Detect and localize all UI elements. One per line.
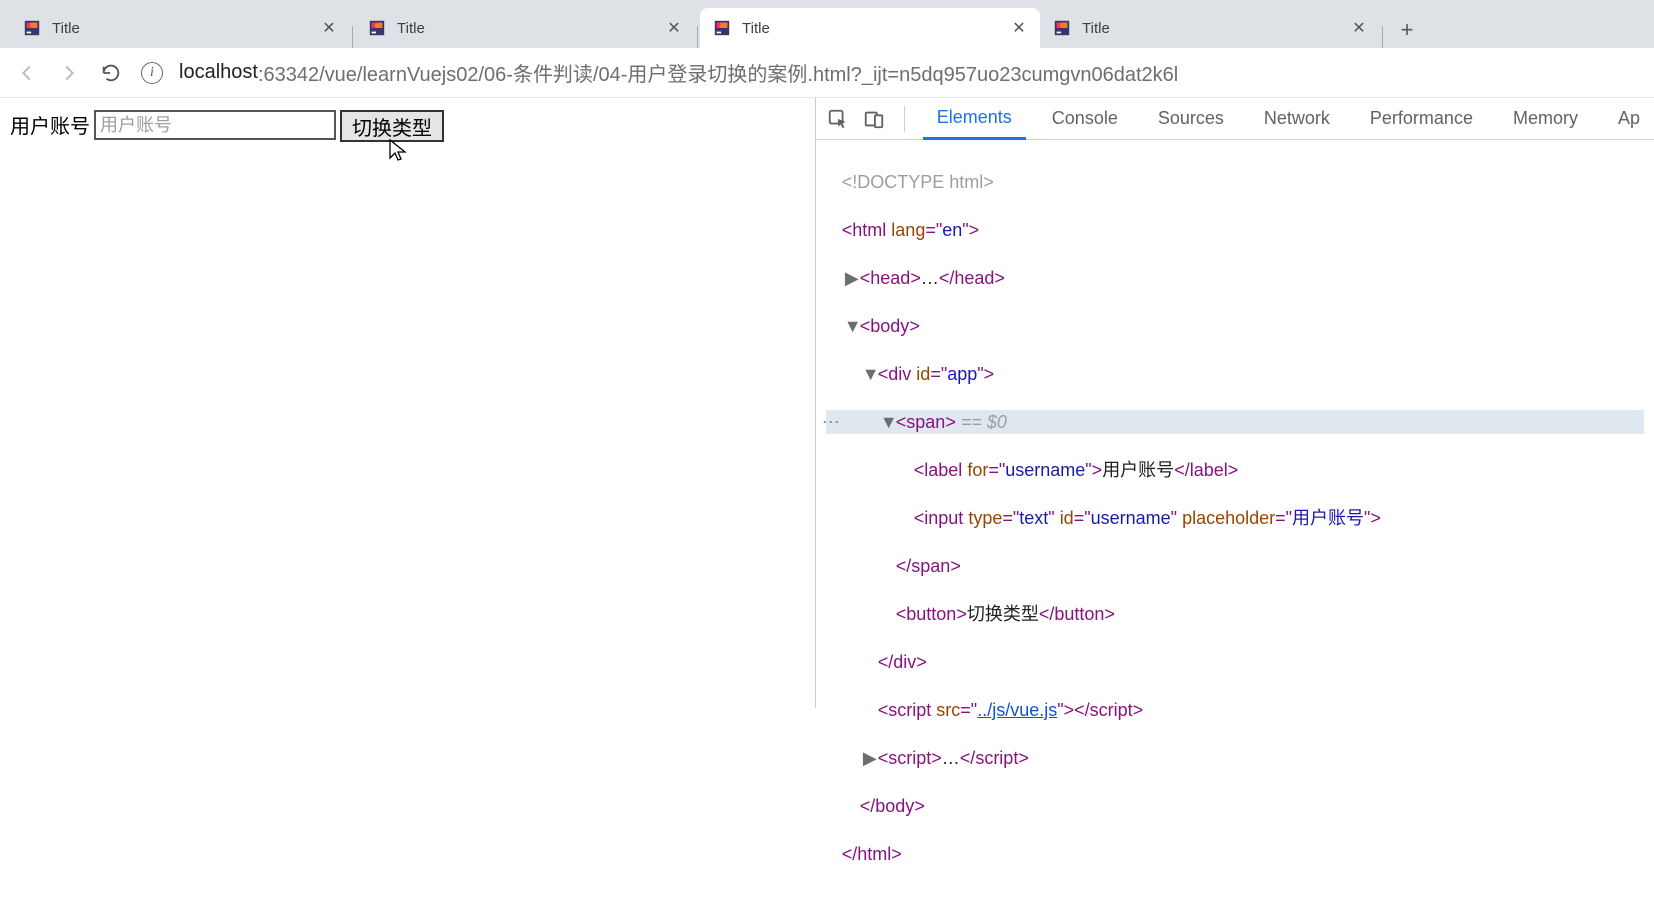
- inspect-element-icon[interactable]: [826, 107, 850, 131]
- dom-node[interactable]: <script src="../js/vue.js"></script>: [826, 698, 1644, 722]
- dom-node[interactable]: </html>: [826, 842, 1644, 866]
- devtools-tab-memory[interactable]: Memory: [1499, 99, 1592, 138]
- intellij-icon: [22, 18, 42, 38]
- address-bar[interactable]: i localhost:63342/vue/learnVuejs02/06-条件…: [141, 58, 1639, 87]
- browser-tab[interactable]: Title ✕: [10, 8, 350, 48]
- button-label: 切换类型: [352, 118, 432, 140]
- new-tab-button[interactable]: +: [1391, 14, 1423, 46]
- dom-node[interactable]: ▼<div id="app">: [826, 362, 1644, 386]
- devtools-tab-console[interactable]: Console: [1038, 99, 1132, 138]
- tab-title: Title: [742, 20, 1010, 37]
- devtools-tab-elements[interactable]: Elements: [923, 98, 1026, 140]
- cursor-icon: [388, 138, 408, 162]
- close-icon[interactable]: ✕: [1350, 19, 1368, 37]
- url-path: :63342/vue/learnVuejs02/06-条件判读/04-用户登录切…: [258, 58, 1178, 87]
- dom-node[interactable]: </span>: [826, 554, 1644, 578]
- dom-node[interactable]: <html lang="en">: [826, 218, 1644, 242]
- dom-node[interactable]: </body>: [826, 794, 1644, 818]
- dom-node[interactable]: ▶<head>…</head>: [826, 266, 1644, 290]
- devtools-panel: Elements Console Sources Network Perform…: [815, 98, 1654, 708]
- close-icon[interactable]: ✕: [320, 19, 338, 37]
- url-host: localhost: [179, 61, 258, 84]
- devtools-tab-network[interactable]: Network: [1250, 99, 1344, 138]
- devtools-dom-tree[interactable]: <!DOCTYPE html> <html lang="en"> ▶<head>…: [816, 140, 1654, 920]
- dom-node[interactable]: <button>切换类型</button>: [826, 602, 1644, 626]
- browser-toolbar: i localhost:63342/vue/learnVuejs02/06-条件…: [0, 48, 1654, 98]
- browser-tab-active[interactable]: Title ✕: [700, 8, 1040, 48]
- dom-node[interactable]: ▶<script>…</script>: [826, 746, 1644, 770]
- username-input[interactable]: [94, 110, 336, 140]
- intellij-icon: [367, 18, 387, 38]
- switch-type-button[interactable]: 切换类型: [340, 110, 444, 142]
- username-label: 用户账号: [10, 110, 90, 139]
- dom-node[interactable]: ▼<body>: [826, 314, 1644, 338]
- devtools-tab-sources[interactable]: Sources: [1144, 99, 1238, 138]
- tab-separator: [1382, 26, 1383, 48]
- intellij-icon: [712, 18, 732, 38]
- forward-button[interactable]: [57, 61, 81, 85]
- tab-title: Title: [397, 20, 665, 37]
- close-icon[interactable]: ✕: [1010, 19, 1028, 37]
- site-info-icon[interactable]: i: [141, 62, 163, 84]
- dom-node[interactable]: </div>: [826, 650, 1644, 674]
- device-toolbar-icon[interactable]: [862, 107, 886, 131]
- tab-title: Title: [1082, 20, 1350, 37]
- page-content: 用户账号 切换类型: [0, 98, 815, 708]
- dom-node[interactable]: <!DOCTYPE html>: [826, 170, 1644, 194]
- more-dots-icon[interactable]: ⋯: [822, 410, 840, 434]
- separator: [904, 106, 905, 132]
- devtools-tab-performance[interactable]: Performance: [1356, 99, 1487, 138]
- devtools-header: Elements Console Sources Network Perform…: [816, 98, 1654, 140]
- dom-node-selected[interactable]: ⋯▼<span> == $0: [826, 410, 1644, 434]
- dom-node[interactable]: <input type="text" id="username" placeho…: [826, 506, 1644, 530]
- dom-node[interactable]: <label for="username">用户账号</label>: [826, 458, 1644, 482]
- intellij-icon: [1052, 18, 1072, 38]
- browser-tab[interactable]: Title ✕: [355, 8, 695, 48]
- tab-separator: [697, 26, 698, 48]
- tab-title: Title: [52, 20, 320, 37]
- reload-button[interactable]: [99, 61, 123, 85]
- browser-tab-strip: Title ✕ Title ✕ Title ✕ Title ✕ +: [0, 0, 1654, 48]
- close-icon[interactable]: ✕: [665, 19, 683, 37]
- browser-tab[interactable]: Title ✕: [1040, 8, 1380, 48]
- devtools-tab-application[interactable]: Ap: [1604, 99, 1654, 138]
- back-button[interactable]: [15, 61, 39, 85]
- tab-separator: [352, 26, 353, 48]
